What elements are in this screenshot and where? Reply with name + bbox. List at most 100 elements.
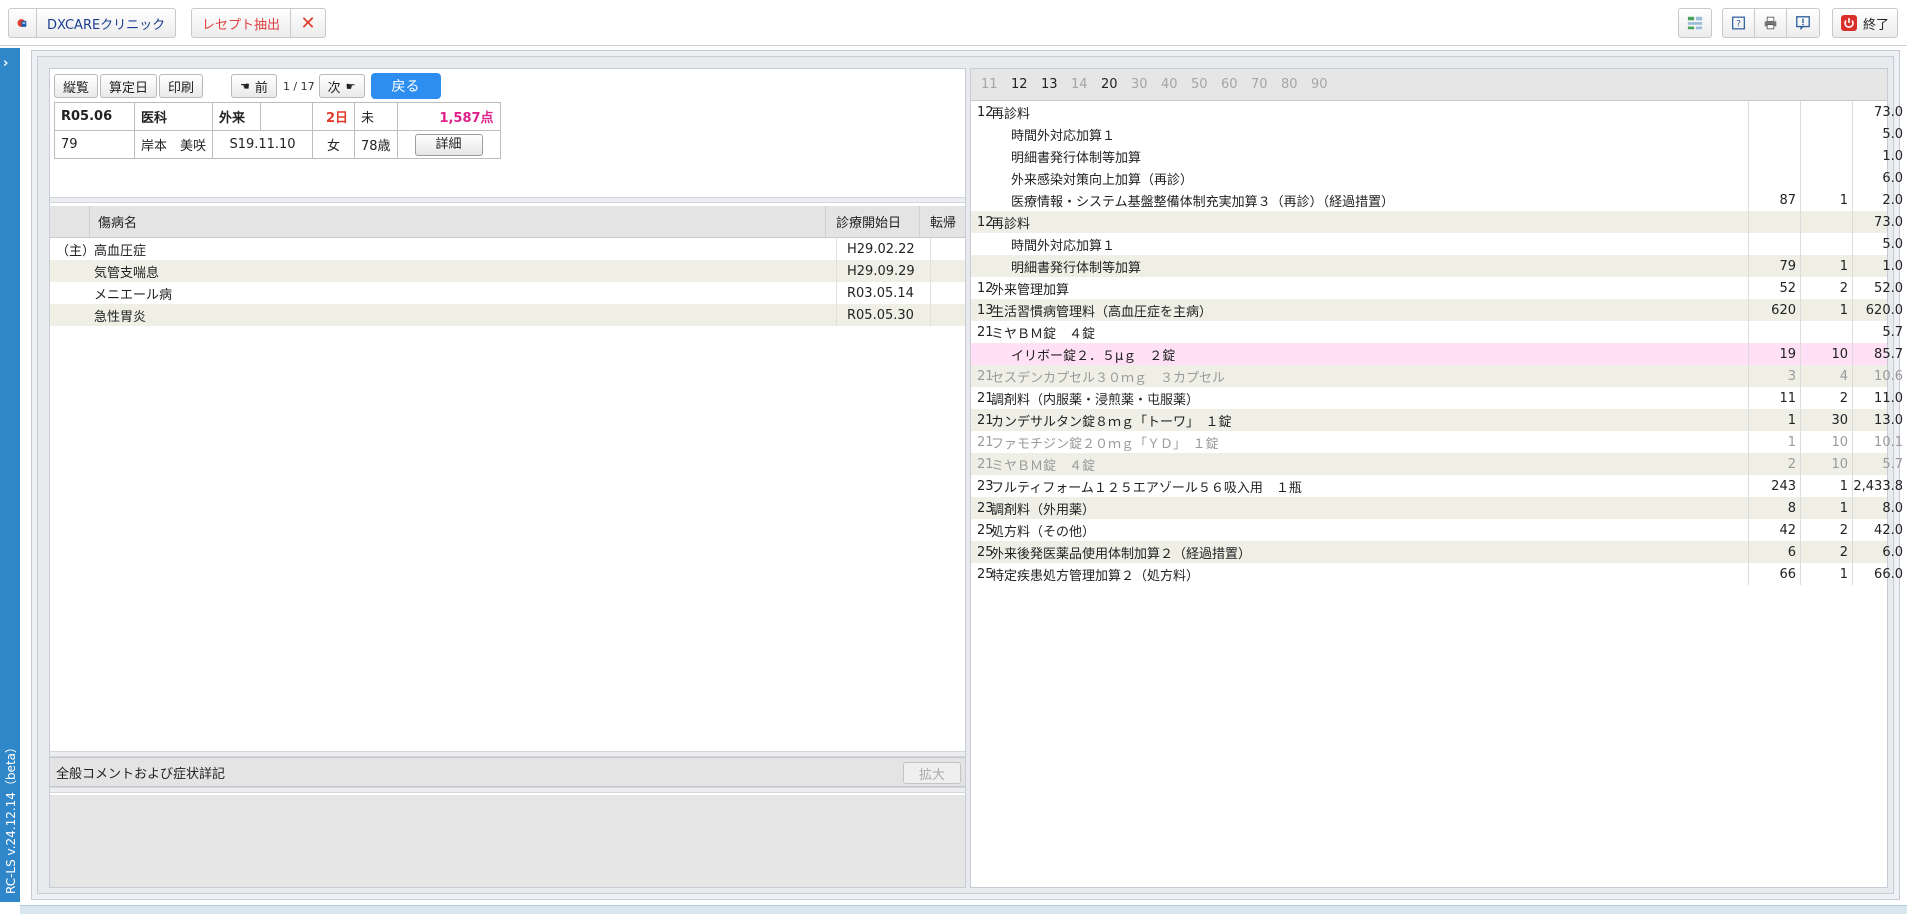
table-row[interactable]: 21 調剤料（内服薬・浸煎薬・屯服薬） 11 2 11.0 bbox=[971, 387, 1903, 409]
tab-70[interactable]: 70 bbox=[1251, 77, 1281, 92]
item-name: 処方料（その他） bbox=[991, 524, 1096, 540]
receipt-extract-button[interactable]: レセプト抽出 bbox=[192, 9, 292, 37]
table-row[interactable]: 25 処方料（その他） 42 2 42.0 bbox=[971, 519, 1903, 541]
item-name: 調剤料（外用薬） bbox=[991, 502, 1096, 518]
tab-20[interactable]: 20 bbox=[1101, 77, 1131, 92]
tab-40[interactable]: 40 bbox=[1161, 77, 1191, 92]
table-row[interactable]: 時間外対応加算１ 5.0 bbox=[971, 233, 1903, 255]
item-points: 79 bbox=[1748, 255, 1800, 277]
splitter-top[interactable] bbox=[50, 197, 965, 203]
item-quantity: 10 bbox=[1800, 453, 1852, 475]
table-row[interactable]: 23 フルティフォーム１２５エアゾール５６吸入用 １瓶 243 1 2,433.8 bbox=[971, 475, 1903, 497]
disease-header-name[interactable]: 傷病名 bbox=[90, 206, 826, 237]
tab-80[interactable]: 80 bbox=[1281, 77, 1311, 92]
tab-11[interactable]: 11 bbox=[981, 77, 1011, 92]
item-name: 時間外対応加算１ bbox=[1011, 238, 1116, 254]
table-row[interactable]: 23 調剤料（外用薬） 8 1 8.0 bbox=[971, 497, 1903, 519]
table-row[interactable]: 時間外対応加算１ 5.0 bbox=[971, 123, 1903, 145]
table-row[interactable]: 12 再診料 73.0 bbox=[971, 101, 1903, 123]
item-name: フルティフォーム１２５エアゾール５６吸入用 １瓶 bbox=[991, 480, 1302, 496]
disease-mark bbox=[50, 304, 94, 326]
clinic-selector[interactable]: DXCAREクリニック bbox=[8, 8, 177, 38]
comment-textarea[interactable] bbox=[50, 795, 965, 887]
disease-header-start[interactable]: 診療開始日 bbox=[826, 206, 920, 237]
item-points bbox=[1748, 145, 1800, 167]
item-name: セスデンカプセル３０ｍｇ ３カプセル bbox=[991, 370, 1226, 386]
table-row[interactable]: 21 カンデサルタン錠８ｍｇ「トーワ」 １錠 1 30 13.0 bbox=[971, 409, 1903, 431]
item-total: 11.0 bbox=[1852, 387, 1907, 409]
table-row[interactable]: メニエール病 R03.05.14 bbox=[50, 282, 965, 304]
item-code: 25 bbox=[977, 566, 994, 582]
item-total: 73.0 bbox=[1852, 101, 1907, 123]
item-total: 5.0 bbox=[1852, 123, 1907, 145]
item-code: 21 bbox=[977, 412, 994, 428]
alert-icon[interactable] bbox=[1787, 9, 1819, 37]
table-row[interactable]: 21 セスデンカプセル３０ｍｇ ３カプセル 3 4 10.6 bbox=[971, 365, 1903, 387]
item-code: 12 bbox=[977, 214, 994, 230]
table-row[interactable]: 12 外来管理加算 52 2 52.0 bbox=[971, 277, 1903, 299]
table-row[interactable]: 外来感染対策向上加算（再診） 6.0 bbox=[971, 167, 1903, 189]
tab-14[interactable]: 14 bbox=[1071, 77, 1101, 92]
table-row[interactable]: 21 ミヤＢＭ錠 ４錠 2 10 5.7 bbox=[971, 453, 1903, 475]
item-total: 66.0 bbox=[1852, 563, 1907, 585]
item-total: 5.7 bbox=[1852, 453, 1907, 475]
item-quantity bbox=[1800, 123, 1852, 145]
table-row[interactable]: 急性胃炎 R05.05.30 bbox=[50, 304, 965, 326]
splitter-bottom[interactable] bbox=[50, 787, 965, 793]
table-row[interactable]: 25 特定疾患処方管理加算２（処方料） 66 1 66.0 bbox=[971, 563, 1903, 585]
printer-icon[interactable] bbox=[1755, 9, 1787, 37]
clinic-logo-icon bbox=[9, 9, 37, 37]
tab-13[interactable]: 13 bbox=[1041, 77, 1071, 92]
close-icon[interactable]: ✕ bbox=[291, 9, 325, 37]
next-button[interactable]: 次 ☛ bbox=[318, 74, 365, 98]
layout-icon[interactable] bbox=[1679, 9, 1711, 37]
item-quantity bbox=[1800, 101, 1852, 123]
tab-12[interactable]: 12 bbox=[1011, 77, 1041, 92]
item-points: 1 bbox=[1748, 409, 1800, 431]
tab-60[interactable]: 60 bbox=[1221, 77, 1251, 92]
table-row[interactable]: 明細書発行体制等加算 1.0 bbox=[971, 145, 1903, 167]
chevron-right-icon[interactable]: › bbox=[3, 56, 8, 71]
tab-30[interactable]: 30 bbox=[1131, 77, 1161, 92]
prev-button[interactable]: ☚ 前 bbox=[231, 74, 277, 98]
comment-header: 全般コメントおよび症状詳記 拡大 bbox=[50, 757, 965, 787]
back-button[interactable]: 戻る bbox=[370, 73, 441, 99]
item-code: 12 bbox=[977, 280, 994, 296]
receipt-period: R05.06 bbox=[54, 102, 135, 131]
table-row[interactable]: イリボー錠２．５μｇ ２錠 19 10 85.7 bbox=[971, 343, 1903, 365]
item-total: 6.0 bbox=[1852, 167, 1907, 189]
table-row[interactable]: 12 再診料 73.0 bbox=[971, 211, 1903, 233]
detail-button[interactable]: 詳細 bbox=[414, 133, 483, 156]
table-row[interactable]: （主） 高血圧症 H29.02.22 bbox=[50, 238, 965, 260]
table-row[interactable]: 21 ファモチジン錠２０ｍｇ「ＹＤ」 １錠 1 10 10.1 bbox=[971, 431, 1903, 453]
print-button[interactable]: 印刷 bbox=[159, 74, 204, 98]
receipt-items-panel: 11 12 13 14 20 30 40 50 60 70 80 90 12 再診料 73.0 時間外対応加… bbox=[970, 68, 1903, 888]
item-name: ファモチジン錠２０ｍｇ「ＹＤ」 １錠 bbox=[991, 436, 1219, 452]
item-points: 6 bbox=[1748, 541, 1800, 563]
disease-mark bbox=[50, 282, 94, 304]
tab-90[interactable]: 90 bbox=[1311, 77, 1341, 92]
table-row[interactable]: 25 外来後発医薬品使用体制加算２（経過措置） 6 2 6.0 bbox=[971, 541, 1903, 563]
table-row[interactable]: 明細書発行体制等加算 79 1 1.0 bbox=[971, 255, 1903, 277]
calc-date-button[interactable]: 算定日 bbox=[100, 74, 158, 98]
table-row[interactable]: 21 ミヤＢＭ錠 ４錠 5.7 bbox=[971, 321, 1903, 343]
patient-age: 78歳 bbox=[354, 130, 398, 159]
disease-name: 気管支喘息 bbox=[94, 265, 160, 281]
power-icon bbox=[1841, 15, 1857, 31]
item-code: 21 bbox=[977, 368, 994, 384]
table-row[interactable]: 医療情報・システム基盤整備体制充実加算３（再診）（経過措置） 87 1 2.0 bbox=[971, 189, 1903, 211]
expand-button[interactable]: 拡大 bbox=[903, 762, 961, 784]
help-icon[interactable]: ? bbox=[1723, 9, 1755, 37]
exit-button[interactable]: 終了 bbox=[1833, 9, 1897, 37]
clinic-name[interactable]: DXCAREクリニック bbox=[37, 9, 175, 37]
table-row[interactable]: 気管支喘息 H29.09.29 bbox=[50, 260, 965, 282]
disease-header-outcome[interactable]: 転帰 bbox=[920, 206, 965, 237]
disease-header-mark bbox=[50, 206, 90, 237]
side-drawer-strip[interactable]: › RC-LS v.24.12.14（beta） bbox=[0, 48, 20, 902]
table-row[interactable]: 13 生活習慣病管理料（高血圧症を主病） 620 1 620.0 bbox=[971, 299, 1903, 321]
tab-50[interactable]: 50 bbox=[1191, 77, 1221, 92]
overview-button[interactable]: 縦覧 bbox=[54, 74, 99, 98]
svg-text:?: ? bbox=[1736, 18, 1741, 29]
item-code: 21 bbox=[977, 324, 994, 340]
item-name: 明細書発行体制等加算 bbox=[1011, 260, 1142, 276]
